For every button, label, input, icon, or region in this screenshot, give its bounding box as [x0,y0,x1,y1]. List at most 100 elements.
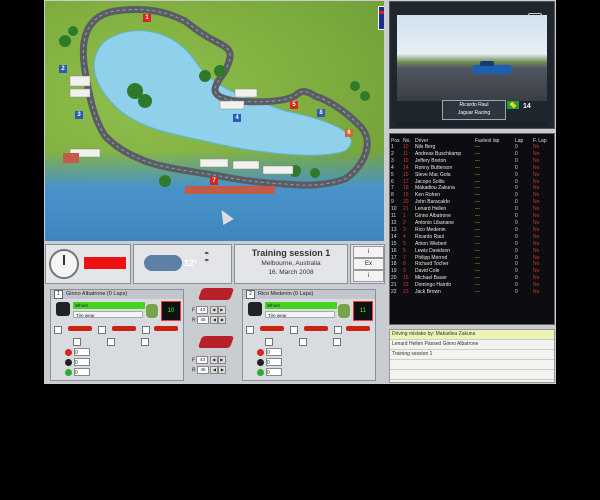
standings-row[interactable]: 7 18 Makadiou Zakuna --- 0 No [390,185,554,192]
track-marker-4[interactable]: 4 [233,114,241,122]
mini-button-panel: i Ex i [350,244,385,284]
info-button[interactable]: i [353,246,384,258]
strategy-line[interactable]: 0 [65,368,105,376]
strategy-line[interactable]: 0 [65,358,105,366]
standings-row[interactable]: 6 17 Jacopo Sollis --- 0 No [390,179,554,186]
standings-row[interactable]: 19 9 David Cole --- 0 No [390,268,554,275]
standings-row[interactable]: 4 14 Ronny Butterson --- 0 No [390,165,554,172]
standings-row[interactable]: 20 16 Michael Bauer --- 0 No [390,275,554,282]
camera-driver-box: Ricardo Raul Jaguar Racing [442,100,506,120]
car-icon[interactable] [260,326,284,331]
car-icon[interactable] [112,326,136,331]
strategy-line[interactable]: 0 [257,348,297,356]
track-marker-8[interactable]: 8 [317,109,325,117]
driver1-tire-wear: Tire wear [73,311,143,318]
cell-flap: No [533,144,540,150]
car-icon[interactable] [346,326,370,331]
d1-rear-wing[interactable]: R 45 ◀ ▶ [192,316,227,324]
cell-lap: 0 [515,282,518,289]
cell-pos: 22 [391,289,397,296]
car-select-checkbox[interactable] [334,326,342,334]
standings-row[interactable]: 3 12 Jeffery Breton --- 0 No [390,158,554,165]
cell-fastest: --- [475,206,480,213]
cell-num: 4 [403,233,406,240]
cell-fastest: --- [475,199,480,206]
driver2-fuel[interactable]: 11 [353,301,373,321]
cell-lap: 0 [515,289,518,296]
cell-flap: No [533,199,540,206]
track-marker-2[interactable]: 2 [59,65,67,73]
cell-fastest: --- [475,171,480,178]
driver1-name: Ginno Albatrone (0 Laps) [66,291,128,297]
standings-row[interactable]: 8 19 Ken Rohen --- 0 No [390,192,554,199]
car-select-checkbox[interactable] [98,326,106,334]
standings-row[interactable]: 12 2 Antonio Libanane --- 0 No [390,220,554,227]
car-select-checkbox[interactable] [290,326,298,334]
front-wing-icon [197,288,235,300]
driver2-header[interactable]: 2 Rico Medenin (0 Laps) [243,290,375,299]
track-map[interactable]: 1 2 3 4 5 6 7 8 ★ ★ ★ ★ [45,1,384,241]
strategy-line[interactable]: 0 [257,368,297,376]
track-marker-7[interactable]: 7 [210,177,218,185]
strategy-line[interactable]: 0 [257,358,297,366]
standings-row[interactable]: 10 21 Lenard Hellen --- 0 No [390,206,554,213]
cell-pos: 12 [391,219,397,226]
camera-driver-name: Ricardo Raul [459,102,489,108]
car-icon[interactable] [154,326,178,331]
track-marker-6[interactable]: 6 [345,129,353,137]
standings-row[interactable]: 1 10 Nils Berg --- 0 No [390,144,554,151]
option-checkbox[interactable] [333,338,341,346]
info2-button[interactable]: i [353,270,384,282]
cell-pos: 7 [391,185,394,192]
car-select-checkbox[interactable] [246,326,254,334]
cell-num: 6 [403,247,406,254]
option-checkbox[interactable] [265,338,273,346]
cell-driver: Jeffery Breton [415,157,447,164]
option-checkbox[interactable] [73,338,81,346]
cell-fastest: --- [475,213,480,220]
track-marker-5[interactable]: 5 [290,101,298,109]
car-icon[interactable] [68,326,92,331]
standings-row[interactable]: 18 8 Richard Tocher --- 0 No [390,261,554,268]
d2-rear-wing[interactable]: R 45 ◀ ▶ [192,366,227,374]
d2-front-wing[interactable]: F 43 ◀ ▶ [192,356,226,364]
cell-fastest: --- [475,157,480,164]
driver1-header[interactable]: 1 Ginno Albatrone (0 Laps) [51,290,183,299]
exit-button[interactable]: Ex [353,258,384,270]
standings-row[interactable]: 11 1 Ginno Albatrone --- 0 No [390,213,554,220]
option-checkbox[interactable] [141,338,149,346]
cell-num: 22 [403,282,409,289]
cell-lap: 0 [515,199,518,206]
session-panel: Training session 1 Melbourne, Australia … [234,244,348,284]
car-select-checkbox[interactable] [142,326,150,334]
track-marker-1[interactable]: 1 [143,14,151,22]
d1-front-wing[interactable]: F 43 ◀ ▶ [192,306,226,314]
standings-row[interactable]: 16 6 Lewis Davidson --- 0 No [390,248,554,255]
standings-row[interactable]: 2 11 Andreas Buschkamp --- 0 No [390,151,554,158]
standings-row[interactable]: 5 15 Steve Mac Gola --- 0 No [390,172,554,179]
car-icon[interactable] [304,326,328,331]
standings-row[interactable]: 15 5 Anton Wiebert --- 0 No [390,241,554,248]
standings-row[interactable]: 13 3 Rico Medenin --- 0 No [390,227,554,234]
standings-row[interactable]: 22 23 Jack Brown --- 0 No [390,289,554,296]
strategy-line[interactable]: 0 [65,348,105,356]
driver1-fuel[interactable]: 10 [161,301,181,321]
standings-row[interactable]: 17 7 Philipp Merrod --- 0 No [390,255,554,262]
stopwatch-icon [49,249,79,279]
cell-fastest: --- [475,192,480,199]
driver1-panel: 1 Ginno Albatrone (0 Laps) Wheel Tire wea… [50,289,184,381]
standings-row[interactable]: 14 4 Ricardo Raul --- 0 No [390,234,554,241]
car-select-checkbox[interactable] [54,326,62,334]
cell-num: 11 [403,150,409,157]
cell-driver: Antonio Libanane [415,219,454,226]
standings-row[interactable]: 9 20 John Baracaldo --- 0 No [390,199,554,206]
cell-driver: Jacopo Sollis [415,178,445,185]
message-log[interactable]: Driving mistake by: Makadiou Zakuna Lena… [389,329,555,383]
standings-row[interactable]: 21 22 Domingo Hairdo --- 0 No [390,282,554,289]
option-checkbox[interactable] [107,338,115,346]
camera-view[interactable]: ⌕ Ricardo Raul Jaguar Racing 14 [389,1,555,129]
option-checkbox[interactable] [299,338,307,346]
track-marker-3[interactable]: 3 [75,111,83,119]
cell-num: 10 [403,144,409,150]
stopwatch-panel [45,244,131,284]
